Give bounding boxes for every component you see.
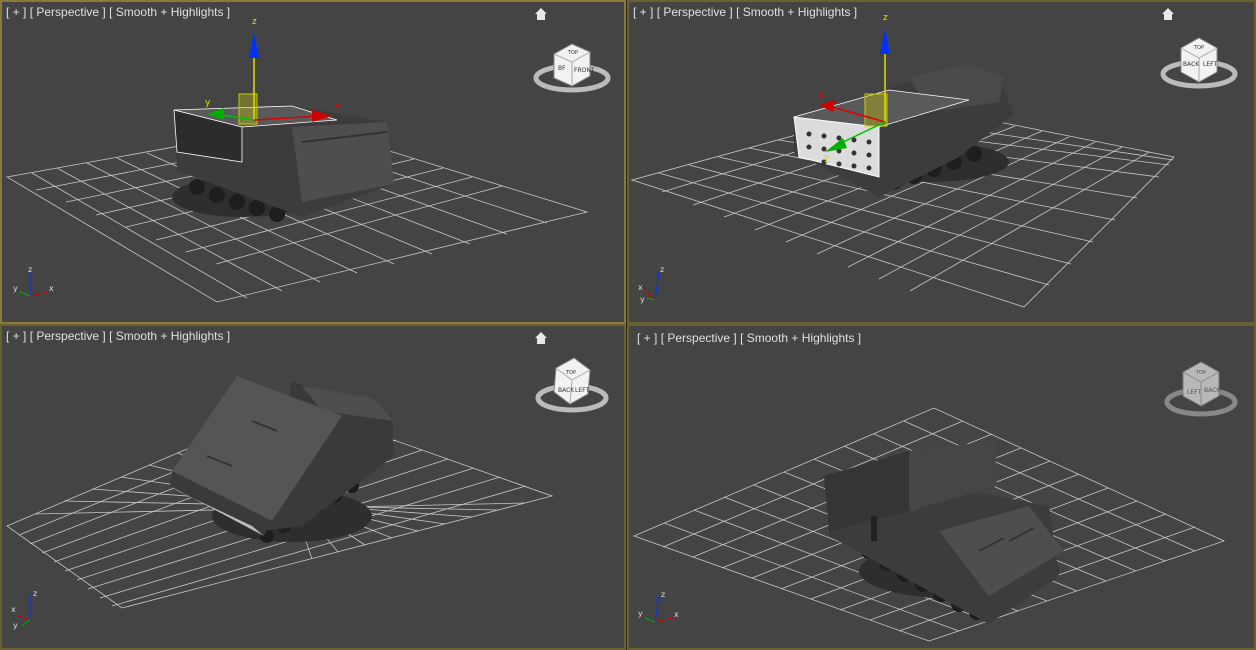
viewport-label: [ + ] [ Perspective ] [ Smooth + Highlig… (6, 329, 230, 343)
viewport-menu-plus[interactable]: [ + ] (637, 331, 657, 345)
viewport-menu-plus[interactable]: [ + ] (633, 5, 653, 19)
home-icon[interactable] (534, 7, 548, 21)
viewcube-face-label: TOP (565, 370, 576, 376)
vehicle-model (793, 64, 1014, 197)
viewport-label: [ + ] [ Perspective ] [ Smooth + Highlig… (6, 5, 230, 19)
viewcube-face-label: LEFT (1203, 61, 1217, 68)
tripod-x-label: x (674, 610, 679, 619)
viewcube-face-label: FRONT (574, 67, 595, 74)
viewcube-face-label: LEFT (1187, 389, 1201, 396)
tripod-y-label: y (13, 284, 18, 293)
tripod-x-label: x (49, 284, 54, 293)
viewport-shading-menu[interactable]: [ Smooth + Highlights ] (736, 5, 857, 19)
viewcube-face-label: TOP (1193, 45, 1204, 51)
viewcube-face-label: TOP (567, 50, 578, 56)
vehicle-model (824, 441, 1064, 624)
viewport-view-menu[interactable]: [ Perspective ] (661, 331, 737, 345)
tripod-z-label: z (33, 589, 37, 598)
axis-tripod: z x y (638, 265, 664, 304)
viewport-menu-plus[interactable]: [ + ] (6, 329, 26, 343)
viewcube[interactable]: BACK LEFT TOP (532, 350, 612, 430)
tripod-y-label: y (640, 295, 645, 304)
viewcube-face-label: BACK (1204, 387, 1221, 394)
gizmo-x-label: x (335, 101, 341, 111)
viewcube-face-label: BF (558, 65, 566, 72)
viewport-shading-menu[interactable]: [ Smooth + Highlights ] (109, 5, 230, 19)
tripod-z-label: z (660, 265, 664, 274)
gizmo-x-label: x (819, 91, 825, 101)
axis-tripod: z x y (11, 589, 37, 630)
vehicle-model (172, 105, 394, 222)
viewcube-face-label: BACK (1183, 61, 1200, 68)
home-icon[interactable] (534, 331, 548, 345)
gizmo-y-label: y (824, 153, 830, 163)
tripod-z-label: z (661, 590, 665, 599)
viewport-bottom-left[interactable]: [ + ] [ Perspective ] [ Smooth + Highlig… (0, 324, 626, 650)
tripod-y-label: y (638, 609, 643, 618)
viewport-bottom-right[interactable]: [ + ] [ Perspective ] [ Smooth + Highlig… (627, 324, 1256, 650)
viewport-view-menu[interactable]: [ Perspective ] (657, 5, 733, 19)
viewport-label: [ + ] [ Perspective ] [ Smooth + Highlig… (633, 5, 857, 19)
tripod-z-label: z (28, 265, 32, 274)
viewport-label: [ + ] [ Perspective ] [ Smooth + Highlig… (637, 331, 861, 345)
tripod-x-label: x (638, 283, 643, 292)
viewcube-face-label: BACK (558, 387, 575, 394)
tripod-y-label: y (13, 621, 18, 630)
viewport-view-menu[interactable]: [ Perspective ] (30, 5, 106, 19)
home-icon[interactable] (1161, 7, 1175, 21)
viewcube-face-label: LEFT (575, 387, 589, 394)
viewcube[interactable]: BF FRONT TOP (532, 36, 612, 116)
vehicle-model (170, 376, 394, 543)
gizmo-z-label: z (883, 13, 888, 23)
gizmo-y-label: y (205, 98, 211, 108)
viewcube[interactable]: LEFT BACK TOP (1161, 354, 1241, 434)
viewcube-face-label: TOP (1195, 370, 1206, 376)
viewcube[interactable]: BACK LEFT TOP (1159, 32, 1239, 112)
viewport-view-menu[interactable]: [ Perspective ] (30, 329, 106, 343)
gizmo-z-label: z (252, 17, 257, 27)
viewport-top-left[interactable]: [ + ] [ Perspective ] [ Smooth + Highlig… (0, 0, 626, 324)
viewport-shading-menu[interactable]: [ Smooth + Highlights ] (740, 331, 861, 345)
viewport-top-right[interactable]: [ + ] [ Perspective ] [ Smooth + Highlig… (627, 0, 1256, 324)
viewport-shading-menu[interactable]: [ Smooth + Highlights ] (109, 329, 230, 343)
axis-tripod: z x y (13, 265, 54, 297)
axis-tripod: z x y (638, 590, 679, 623)
tripod-x-label: x (11, 605, 16, 614)
viewport-menu-plus[interactable]: [ + ] (6, 5, 26, 19)
